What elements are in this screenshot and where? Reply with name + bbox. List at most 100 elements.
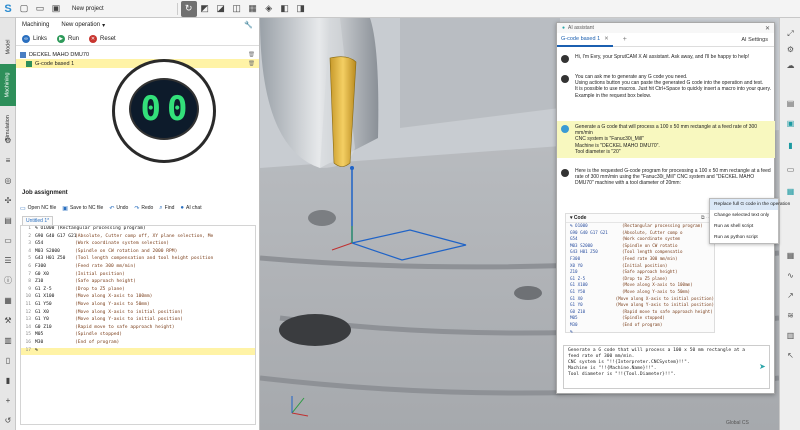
add-tab-button[interactable]: +	[623, 36, 627, 43]
ai-logo-icon: ●	[562, 25, 566, 31]
layers-icon[interactable]: ≡	[3, 156, 13, 166]
clipboard-icon[interactable]: ▮	[3, 376, 13, 386]
compass-icon[interactable]: ✣	[3, 196, 13, 206]
code-line: 15 M05 (Spindle stopped)	[21, 332, 255, 340]
app-logo-icon[interactable]: S	[0, 1, 16, 17]
info-icon[interactable]: ⓘ	[3, 276, 13, 286]
grid-icon[interactable]: ▦	[785, 250, 796, 261]
bot-avatar-icon	[561, 75, 569, 83]
line-number: 10	[25, 294, 31, 300]
reset-button[interactable]: ✕ Reset	[89, 34, 116, 43]
file-tab[interactable]: Untitled 1*	[22, 216, 54, 225]
target-icon[interactable]: ◎	[3, 176, 13, 186]
tree-item-label: DECKEL MAHO DMU70	[29, 51, 90, 58]
chart-icon[interactable]: ▥	[785, 330, 796, 341]
chevron-down-icon[interactable]: ▾	[102, 22, 105, 29]
settings-icon[interactable]: ⚙	[785, 44, 796, 55]
ai-settings-button[interactable]: AI Settings	[741, 37, 768, 43]
run-button[interactable]: ▶ Run	[57, 34, 80, 43]
chart-icon[interactable]: ▥	[3, 336, 13, 346]
stack-icon[interactable]: ▤	[3, 216, 13, 226]
code-command: G1 Y50	[570, 288, 586, 294]
stock-icon[interactable]: ▤	[785, 98, 796, 109]
layers-icon[interactable]: ≋	[785, 310, 796, 321]
menu-item-run-python[interactable]: Run as python script	[710, 232, 778, 243]
code-line: 5 G43 H01 Z50 (Tool length compensation an…	[21, 256, 255, 264]
doc-icon[interactable]: ▯	[3, 356, 13, 366]
view-shade-icon[interactable]: ◨	[293, 1, 309, 17]
view-part-icon[interactable]: ◧	[277, 1, 293, 17]
ai-chat-button[interactable]: ● AI chat	[180, 205, 201, 211]
close-icon[interactable]: ✕	[604, 36, 609, 42]
trash-icon[interactable]: 🗑	[248, 52, 255, 58]
code-command: G54	[570, 236, 578, 242]
open-folder-icon[interactable]: ▭	[32, 1, 48, 17]
chat-input[interactable]: Generate a G code that will process a 10…	[563, 345, 770, 389]
gear-icon[interactable]: ⚙	[3, 136, 13, 146]
rotate-view-icon[interactable]: ↻	[180, 0, 197, 17]
code-command: G1 X100	[570, 282, 588, 288]
toolpath-icon[interactable]: ∿	[785, 270, 796, 281]
view-iso-icon[interactable]: ◫	[229, 1, 245, 17]
menu-item-change-selected[interactable]: Change selected text only	[710, 210, 778, 221]
emblem-digit-left: 0	[140, 89, 161, 129]
trash-icon[interactable]: 🗑	[248, 61, 255, 67]
send-button[interactable]: ➤	[759, 362, 766, 371]
arrow-icon[interactable]: ↗	[785, 290, 796, 301]
view-top-icon[interactable]: ◪	[213, 1, 229, 17]
code-comment: (Feed rate 300 mm/min)	[622, 255, 678, 261]
message-text: Generate a G code that will process a 10…	[575, 124, 758, 137]
list-icon[interactable]: ☰	[3, 256, 13, 266]
run-label: Run	[68, 35, 80, 42]
part-icon[interactable]: ▣	[785, 118, 796, 129]
code-comment: (Work coordinate system	[622, 236, 680, 242]
code-command: G90 G40 G17 G21	[570, 229, 608, 235]
code-line: 13 G1 Y0 (Move along Y-axis to initial pos…	[21, 317, 255, 325]
menu-item-run-shell[interactable]: Run as shell script	[710, 221, 778, 232]
tab-machining[interactable]: Machining	[0, 64, 16, 106]
undo-button[interactable]: ↶ Undo	[109, 205, 128, 212]
code-comment: (Spindle stopped)	[622, 315, 665, 321]
tab-model[interactable]: Model	[0, 32, 16, 62]
close-icon[interactable]: ✕	[765, 25, 770, 32]
table-hole	[514, 286, 542, 300]
view-box-icon[interactable]: ▦	[245, 1, 261, 17]
machine-icon[interactable]: ▦	[785, 186, 796, 197]
links-button[interactable]: ∞ Links	[22, 34, 47, 43]
save-nc-file-button[interactable]: ▣ Save to NC file	[62, 205, 103, 212]
wrench-icon[interactable]: 🔧	[244, 21, 253, 29]
open-nc-file-button[interactable]: ▭ Open NC file	[20, 205, 56, 212]
workpiece-icon[interactable]: ▭	[785, 164, 796, 175]
new-file-icon[interactable]: ▢	[16, 1, 32, 17]
code-line: % O1000 (Rectangular processing program)	[566, 223, 714, 230]
gcode-editor[interactable]: 1 % O1000 (Rectangular processing program…	[20, 225, 256, 425]
view-front-icon[interactable]: ◩	[197, 1, 213, 17]
redo-button[interactable]: ↷ Redo	[134, 205, 153, 212]
new-operation-dropdown[interactable]: New operation	[61, 22, 100, 28]
tool-icon[interactable]: ⚒	[3, 316, 13, 326]
code-comment: (Safe approach height)	[622, 269, 678, 275]
grid-icon[interactable]: ▦	[3, 296, 13, 306]
fixture-icon[interactable]: ▮	[785, 140, 796, 151]
code-line: 11 G1 Y50 (Move along Y-axis to 50mm)	[21, 302, 255, 310]
find-button[interactable]: ⌕ Find	[159, 205, 174, 212]
cloud-icon[interactable]: ☁	[785, 60, 796, 71]
zoom-fit-icon[interactable]: ⤢	[785, 28, 796, 39]
panel-title: Machining	[22, 22, 50, 28]
view-cube-icon[interactable]: ◈	[261, 1, 277, 17]
cursor-icon[interactable]: ↖	[785, 350, 796, 361]
tab-gcode-based[interactable]: G-code based 1 ✕	[557, 33, 613, 47]
code-command: F300	[35, 263, 47, 269]
plus-icon[interactable]: +	[3, 396, 13, 406]
menu-item-replace-full[interactable]: Replace full G code in the operation	[710, 199, 790, 210]
message-text: Hi, I'm Evry, your SprutCAM X AI assista…	[575, 54, 750, 60]
line-number: 17	[25, 347, 31, 353]
emblem-screen: 0 0	[129, 78, 199, 140]
chevron-down-icon[interactable]: ▾	[570, 215, 573, 221]
code-comment: (Rectangular processing program)	[622, 223, 703, 228]
reset-icon[interactable]: ↺	[3, 416, 13, 426]
tree-item-machine[interactable]: DECKEL MAHO DMU70 🗑	[16, 50, 259, 59]
frame-icon[interactable]: ▭	[3, 236, 13, 246]
code-line: 7 G0 X0 (Initial position)	[21, 272, 255, 280]
save-icon[interactable]: ▣	[48, 1, 64, 17]
